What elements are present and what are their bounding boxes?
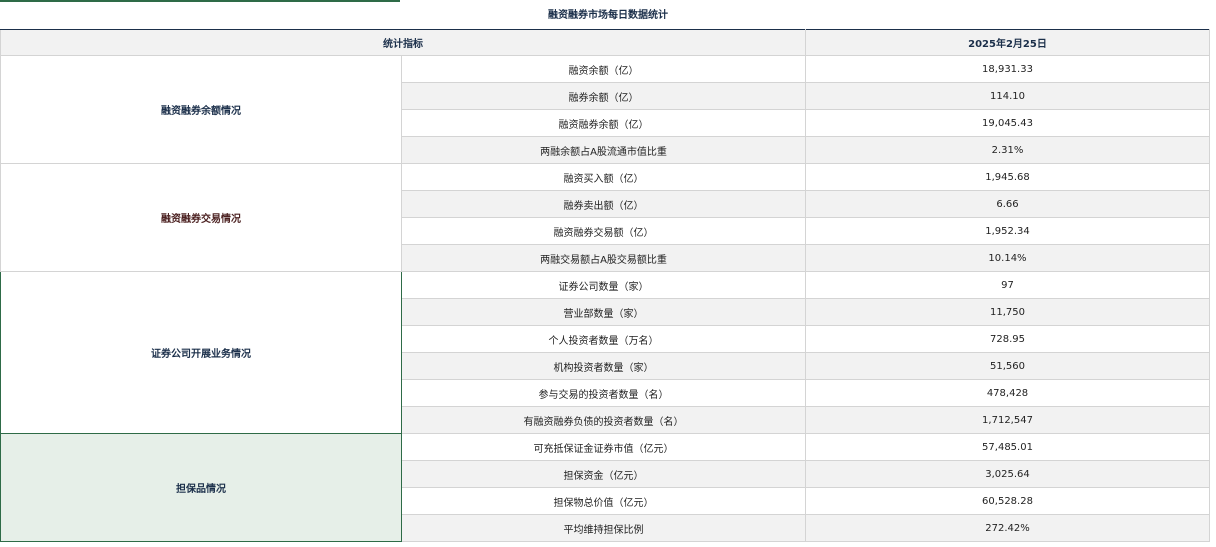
group-label: 融资融券交易情况 — [0, 163, 402, 272]
table-row: 担保品情况 可充抵保证金证券市值（亿元） 57,485.01 — [0, 433, 1210, 542]
metric-label: 参与交易的投资者数量（名） — [401, 379, 806, 407]
metric-label: 可充抵保证金证券市值（亿元） — [401, 433, 806, 461]
metric-label: 两融余额占A股流通市值比重 — [401, 136, 806, 164]
table-row: 融资融券余额情况 融资余额（亿） 18,931.33 — [0, 55, 1210, 164]
group-label: 证券公司开展业务情况 — [0, 271, 402, 434]
metric-label: 两融交易额占A股交易额比重 — [401, 244, 806, 272]
group-label: 融资融券余额情况 — [0, 55, 402, 164]
metric-value: 3,025.64 — [805, 460, 1210, 488]
metric-label: 机构投资者数量（家） — [401, 352, 806, 380]
metric-value: 728.95 — [805, 325, 1210, 353]
metric-label: 营业部数量（家） — [401, 298, 806, 326]
metric-label: 平均维持担保比例 — [401, 514, 806, 542]
metric-value: 11,750 — [805, 298, 1210, 326]
indicator-header: 统计指标 — [0, 29, 806, 56]
table-title: 融资融券市场每日数据统计 — [548, 10, 668, 21]
metric-value: 57,485.01 — [805, 433, 1210, 461]
header-row: 统计指标 2025年2月25日 — [0, 29, 1210, 56]
date-header: 2025年2月25日 — [805, 29, 1210, 56]
metric-label: 融资融券交易额（亿） — [401, 217, 806, 245]
metric-value: 2.31% — [805, 136, 1210, 164]
metric-label: 证券公司数量（家） — [401, 271, 806, 299]
table-row: 融资融券交易情况 融资买入额（亿） 1,945.68 — [0, 163, 1210, 272]
metric-value: 272.42% — [805, 514, 1210, 542]
margin-trading-stats-table: 统计指标 2025年2月25日 融资融券余额情况 融资余额（亿） 18,931.… — [0, 29, 1210, 542]
metric-label: 融券卖出额（亿） — [401, 190, 806, 218]
metric-value: 51,560 — [805, 352, 1210, 380]
metric-label: 融资余额（亿） — [401, 55, 806, 83]
metric-label: 担保资金（亿元） — [401, 460, 806, 488]
metric-value: 1,712,547 — [805, 406, 1210, 434]
metric-value: 114.10 — [805, 82, 1210, 110]
metric-label: 融资融券余额（亿） — [401, 109, 806, 137]
table-row: 证券公司开展业务情况 证券公司数量（家） 97 — [0, 271, 1210, 434]
metric-value: 18,931.33 — [805, 55, 1210, 83]
metric-label: 有融资融券负债的投资者数量（名） — [401, 406, 806, 434]
metric-value: 60,528.28 — [805, 487, 1210, 515]
metric-value: 19,045.43 — [805, 109, 1210, 137]
metric-label: 融资买入额（亿） — [401, 163, 806, 191]
metric-value: 6.66 — [805, 190, 1210, 218]
metric-value: 1,952.34 — [805, 217, 1210, 245]
metric-value: 478,428 — [805, 379, 1210, 407]
metric-label: 融券余额（亿） — [401, 82, 806, 110]
metric-label: 个人投资者数量（万名） — [401, 325, 806, 353]
group-label: 担保品情况 — [0, 433, 402, 542]
metric-value: 97 — [805, 271, 1210, 299]
metric-value: 1,945.68 — [805, 163, 1210, 191]
metric-label: 担保物总价值（亿元） — [401, 487, 806, 515]
metric-value: 10.14% — [805, 244, 1210, 272]
